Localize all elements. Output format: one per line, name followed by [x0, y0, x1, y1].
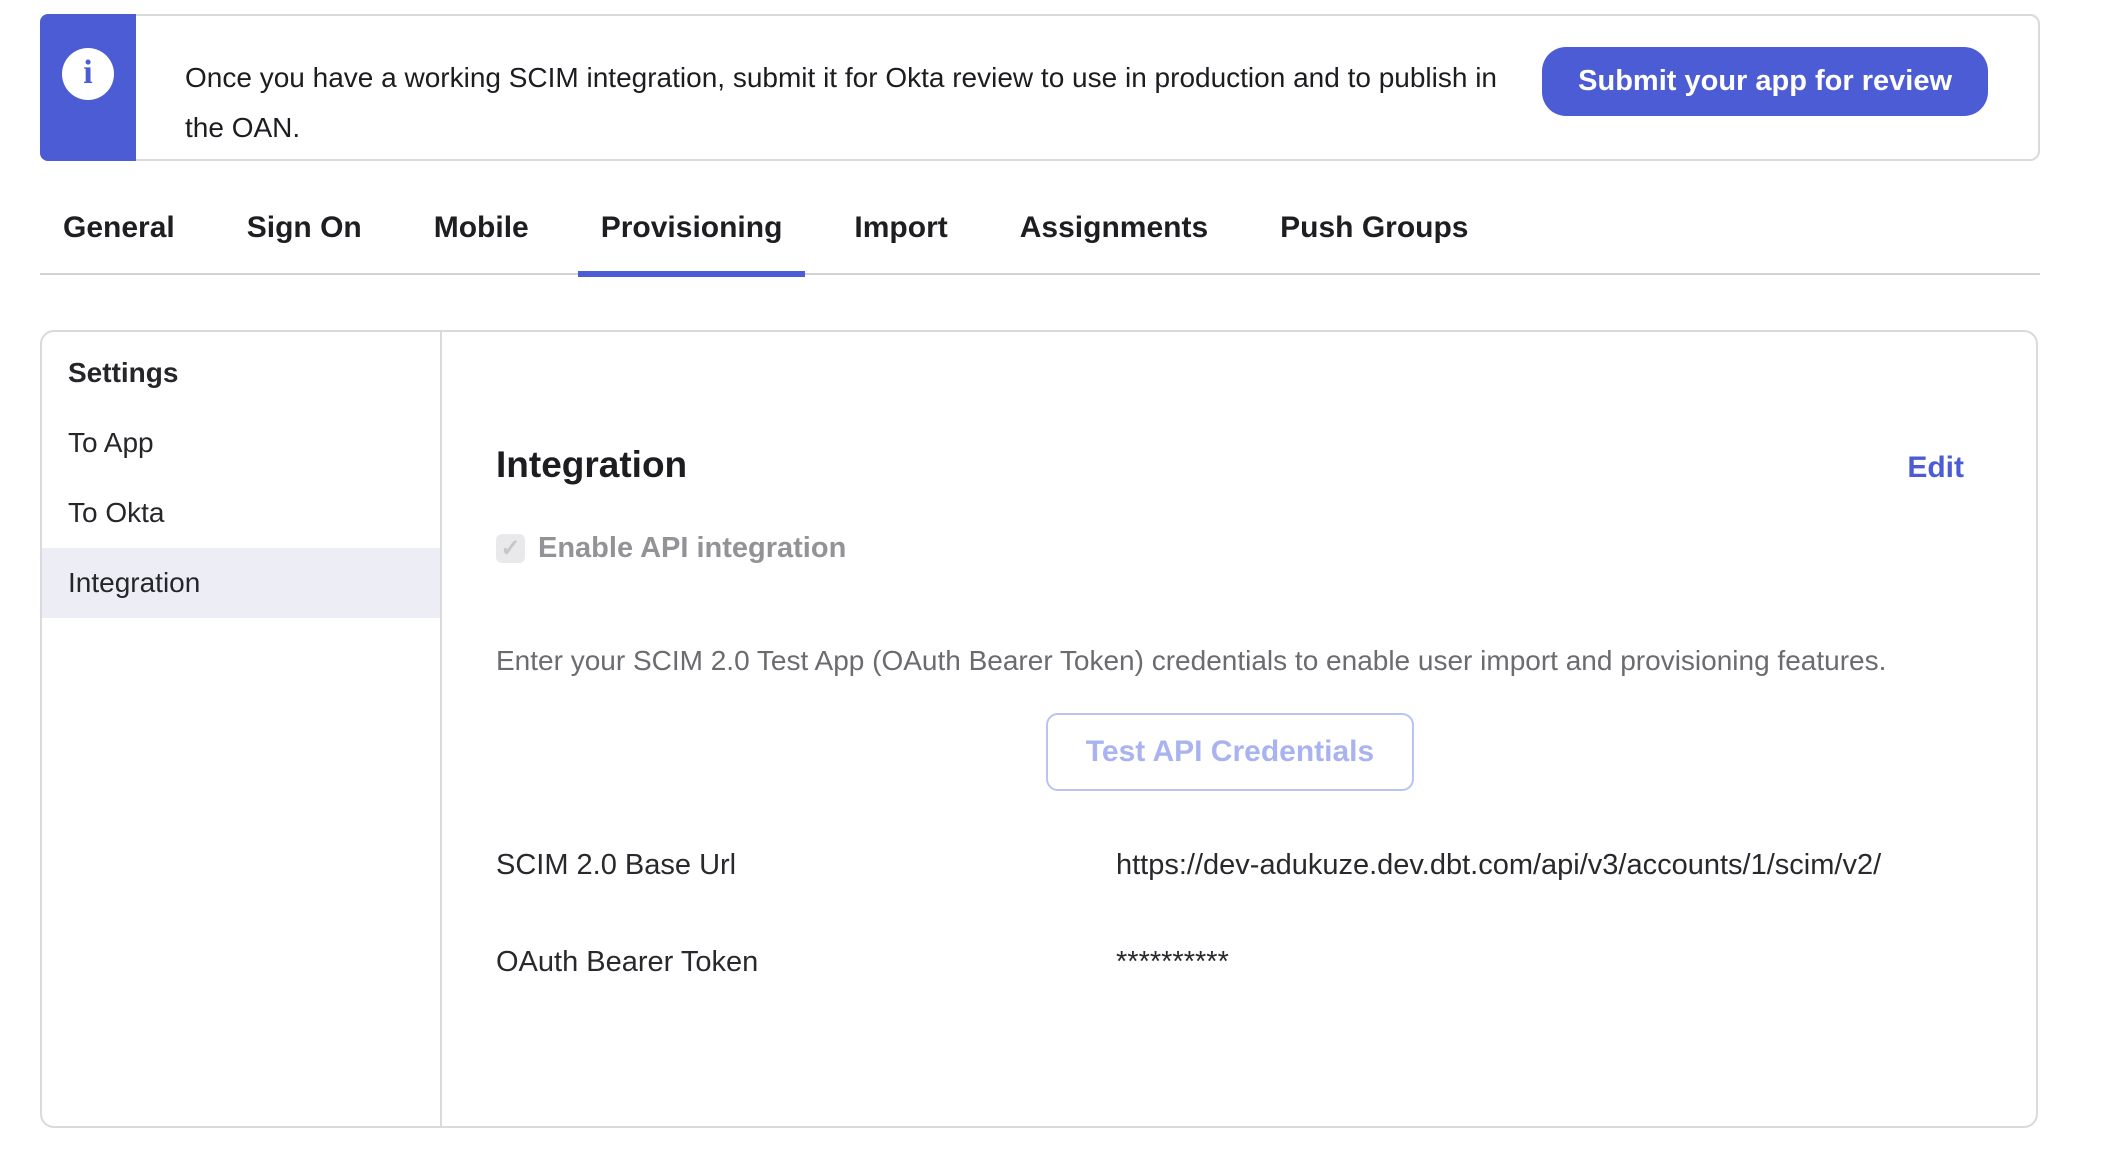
section-title: Integration: [496, 444, 687, 486]
provisioning-panel: Settings To App To Okta Integration Inte…: [40, 330, 2038, 1128]
content-header: Integration Edit: [496, 444, 1964, 486]
tab-assignments[interactable]: Assignments: [997, 205, 1231, 277]
oauth-bearer-token-row: OAuth Bearer Token **********: [496, 946, 1964, 979]
edit-link[interactable]: Edit: [1907, 451, 1964, 485]
banner-button-container: Submit your app for review: [1542, 16, 1988, 159]
oauth-bearer-token-label: OAuth Bearer Token: [496, 946, 1116, 979]
enable-api-checkbox-label: Enable API integration: [538, 532, 846, 565]
tab-mobile[interactable]: Mobile: [411, 205, 552, 277]
tab-sign-on[interactable]: Sign On: [224, 205, 385, 277]
test-button-row: Test API Credentials: [496, 713, 1964, 791]
tab-provisioning[interactable]: Provisioning: [578, 205, 806, 277]
tab-push-groups[interactable]: Push Groups: [1257, 205, 1491, 277]
sidebar-item-to-okta[interactable]: To Okta: [42, 478, 440, 548]
checkmark-icon: ✓: [500, 537, 520, 561]
info-banner-accent: i: [40, 14, 136, 161]
tab-bar: General Sign On Mobile Provisioning Impo…: [40, 205, 2040, 275]
enable-api-integration-row: ✓ Enable API integration: [496, 532, 1964, 565]
sidebar-heading-settings: Settings: [42, 338, 440, 408]
scim-base-url-row: SCIM 2.0 Base Url https://dev-adukuze.de…: [496, 849, 1964, 882]
credential-fields: SCIM 2.0 Base Url https://dev-adukuze.de…: [496, 849, 1964, 979]
settings-sidebar: Settings To App To Okta Integration: [42, 332, 442, 1126]
tab-general[interactable]: General: [40, 205, 198, 277]
integration-content: Integration Edit ✓ Enable API integratio…: [442, 332, 2036, 1126]
info-icon: i: [62, 48, 114, 100]
sidebar-item-integration[interactable]: Integration: [42, 548, 440, 618]
credentials-description: Enter your SCIM 2.0 Test App (OAuth Bear…: [496, 645, 1964, 677]
tab-import[interactable]: Import: [831, 205, 970, 277]
banner-message: Once you have a working SCIM integration…: [185, 53, 1542, 159]
submit-app-review-button[interactable]: Submit your app for review: [1542, 47, 1988, 116]
scim-base-url-label: SCIM 2.0 Base Url: [496, 849, 1116, 882]
test-api-credentials-button[interactable]: Test API Credentials: [1046, 713, 1414, 791]
sidebar-item-to-app[interactable]: To App: [42, 408, 440, 478]
enable-api-checkbox[interactable]: ✓: [496, 534, 525, 563]
info-banner: i Once you have a working SCIM integrati…: [40, 14, 2040, 161]
scim-base-url-value: https://dev-adukuze.dev.dbt.com/api/v3/a…: [1116, 849, 1881, 882]
info-icon-glyph: i: [83, 56, 92, 90]
oauth-bearer-token-value: **********: [1116, 946, 1229, 979]
